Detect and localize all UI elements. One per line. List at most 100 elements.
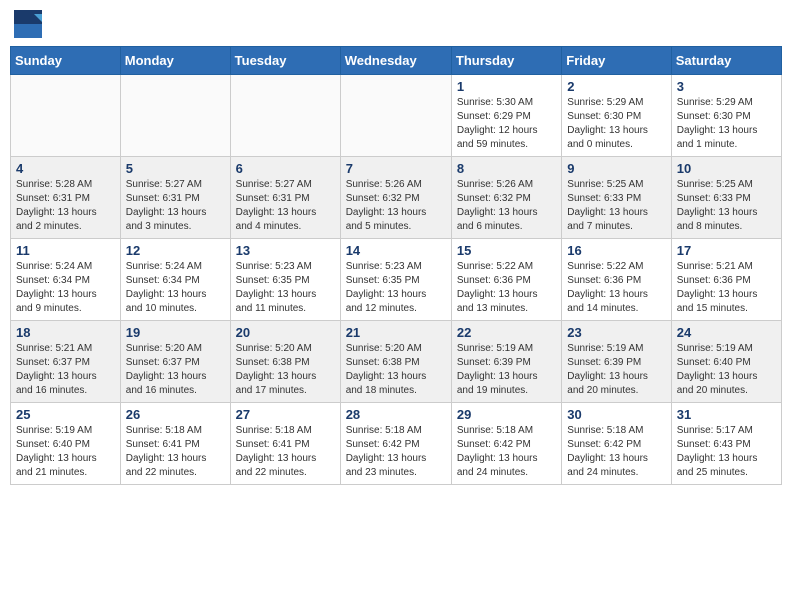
calendar-cell: 4 Sunrise: 5:28 AM Sunset: 6:31 PM Daylig… [11, 157, 121, 239]
day-number: 7 [346, 161, 446, 176]
day-number: 8 [457, 161, 556, 176]
day-info: Sunrise: 5:24 AM Sunset: 6:34 PM Dayligh… [16, 260, 115, 316]
day-number: 9 [567, 161, 665, 176]
calendar-cell: 6 Sunrise: 5:27 AM Sunset: 6:31 PM Daylig… [230, 157, 340, 239]
day-number: 30 [567, 407, 665, 422]
day-number: 12 [126, 243, 225, 258]
day-info: Sunrise: 5:29 AM Sunset: 6:30 PM Dayligh… [677, 96, 776, 152]
day-number: 31 [677, 407, 776, 422]
calendar-cell: 9 Sunrise: 5:25 AM Sunset: 6:33 PM Daylig… [562, 157, 671, 239]
day-info: Sunrise: 5:28 AM Sunset: 6:31 PM Dayligh… [16, 178, 115, 234]
day-info: Sunrise: 5:21 AM Sunset: 6:37 PM Dayligh… [16, 342, 115, 398]
day-info: Sunrise: 5:19 AM Sunset: 6:39 PM Dayligh… [567, 342, 665, 398]
calendar-cell: 5 Sunrise: 5:27 AM Sunset: 6:31 PM Daylig… [120, 157, 230, 239]
calendar-cell: 31 Sunrise: 5:17 AM Sunset: 6:43 PM Dayli… [671, 403, 781, 485]
day-number: 10 [677, 161, 776, 176]
weekday-header-thursday: Thursday [451, 47, 561, 75]
calendar-cell: 13Sunrise: 5:23 AM Sunset: 6:35 PM Dayli… [230, 239, 340, 321]
day-info: Sunrise: 5:23 AM Sunset: 6:35 PM Dayligh… [236, 260, 335, 316]
day-info: Sunrise: 5:30 AM Sunset: 6:29 PM Dayligh… [457, 96, 556, 152]
day-number: 1 [457, 79, 556, 94]
calendar-cell: 21 Sunrise: 5:20 AM Sunset: 6:38 PM Dayli… [340, 321, 451, 403]
calendar-cell: 29 Sunrise: 5:18 AM Sunset: 6:42 PM Dayli… [451, 403, 561, 485]
day-number: 15 [457, 243, 556, 258]
day-number: 6 [236, 161, 335, 176]
day-number: 21 [346, 325, 446, 340]
day-number: 28 [346, 407, 446, 422]
day-number: 20 [236, 325, 335, 340]
weekday-header-friday: Friday [562, 47, 671, 75]
day-info: Sunrise: 5:27 AM Sunset: 6:31 PM Dayligh… [126, 178, 225, 234]
day-number: 22 [457, 325, 556, 340]
calendar-cell: 28Sunrise: 5:18 AM Sunset: 6:42 PM Dayli… [340, 403, 451, 485]
calendar-cell: 10 Sunrise: 5:25 AM Sunset: 6:33 PM Dayli… [671, 157, 781, 239]
calendar-table: SundayMondayTuesdayWednesdayThursdayFrid… [10, 46, 782, 485]
day-info: Sunrise: 5:27 AM Sunset: 6:31 PM Dayligh… [236, 178, 335, 234]
day-info: Sunrise: 5:20 AM Sunset: 6:38 PM Dayligh… [346, 342, 446, 398]
calendar-cell: 26 Sunrise: 5:18 AM Sunset: 6:41 PM Dayli… [120, 403, 230, 485]
weekday-header-wednesday: Wednesday [340, 47, 451, 75]
calendar-week-row: 18Sunrise: 5:21 AM Sunset: 6:37 PM Dayli… [11, 321, 782, 403]
calendar-cell: 7 Sunrise: 5:26 AM Sunset: 6:32 PM Daylig… [340, 157, 451, 239]
calendar-week-row: 11 Sunrise: 5:24 AM Sunset: 6:34 PM Dayli… [11, 239, 782, 321]
day-number: 16 [567, 243, 665, 258]
calendar-cell [120, 75, 230, 157]
calendar-cell: 25Sunrise: 5:19 AM Sunset: 6:40 PM Dayli… [11, 403, 121, 485]
calendar-cell [230, 75, 340, 157]
calendar-week-row: 4 Sunrise: 5:28 AM Sunset: 6:31 PM Daylig… [11, 157, 782, 239]
day-info: Sunrise: 5:24 AM Sunset: 6:34 PM Dayligh… [126, 260, 225, 316]
day-number: 14 [346, 243, 446, 258]
calendar-cell: 3 Sunrise: 5:29 AM Sunset: 6:30 PM Daylig… [671, 75, 781, 157]
weekday-header-tuesday: Tuesday [230, 47, 340, 75]
day-info: Sunrise: 5:20 AM Sunset: 6:37 PM Dayligh… [126, 342, 225, 398]
day-info: Sunrise: 5:18 AM Sunset: 6:41 PM Dayligh… [126, 424, 225, 480]
day-info: Sunrise: 5:25 AM Sunset: 6:33 PM Dayligh… [677, 178, 776, 234]
page-header [10, 10, 782, 38]
day-number: 11 [16, 243, 115, 258]
calendar-cell: 23 Sunrise: 5:19 AM Sunset: 6:39 PM Dayli… [562, 321, 671, 403]
day-number: 25 [16, 407, 115, 422]
day-number: 4 [16, 161, 115, 176]
calendar-cell: 1 Sunrise: 5:30 AM Sunset: 6:29 PM Daylig… [451, 75, 561, 157]
day-info: Sunrise: 5:23 AM Sunset: 6:35 PM Dayligh… [346, 260, 446, 316]
logo [14, 10, 46, 38]
weekday-header-saturday: Saturday [671, 47, 781, 75]
day-number: 5 [126, 161, 225, 176]
calendar-cell: 11 Sunrise: 5:24 AM Sunset: 6:34 PM Dayli… [11, 239, 121, 321]
calendar-cell: 22 Sunrise: 5:19 AM Sunset: 6:39 PM Dayli… [451, 321, 561, 403]
weekday-header-monday: Monday [120, 47, 230, 75]
day-number: 17 [677, 243, 776, 258]
calendar-cell: 16 Sunrise: 5:22 AM Sunset: 6:36 PM Dayli… [562, 239, 671, 321]
day-info: Sunrise: 5:17 AM Sunset: 6:43 PM Dayligh… [677, 424, 776, 480]
calendar-cell: 27Sunrise: 5:18 AM Sunset: 6:41 PM Dayli… [230, 403, 340, 485]
logo-icon [14, 10, 42, 38]
day-info: Sunrise: 5:18 AM Sunset: 6:42 PM Dayligh… [457, 424, 556, 480]
day-info: Sunrise: 5:20 AM Sunset: 6:38 PM Dayligh… [236, 342, 335, 398]
calendar-cell: 17 Sunrise: 5:21 AM Sunset: 6:36 PM Dayli… [671, 239, 781, 321]
calendar-cell: 15Sunrise: 5:22 AM Sunset: 6:36 PM Dayli… [451, 239, 561, 321]
weekday-header-row: SundayMondayTuesdayWednesdayThursdayFrid… [11, 47, 782, 75]
day-info: Sunrise: 5:21 AM Sunset: 6:36 PM Dayligh… [677, 260, 776, 316]
day-info: Sunrise: 5:25 AM Sunset: 6:33 PM Dayligh… [567, 178, 665, 234]
calendar-week-row: 1 Sunrise: 5:30 AM Sunset: 6:29 PM Daylig… [11, 75, 782, 157]
weekday-header-sunday: Sunday [11, 47, 121, 75]
calendar-cell: 20 Sunrise: 5:20 AM Sunset: 6:38 PM Dayli… [230, 321, 340, 403]
day-info: Sunrise: 5:26 AM Sunset: 6:32 PM Dayligh… [346, 178, 446, 234]
calendar-cell: 2Sunrise: 5:29 AM Sunset: 6:30 PM Daylig… [562, 75, 671, 157]
day-info: Sunrise: 5:22 AM Sunset: 6:36 PM Dayligh… [567, 260, 665, 316]
day-number: 27 [236, 407, 335, 422]
day-info: Sunrise: 5:18 AM Sunset: 6:42 PM Dayligh… [567, 424, 665, 480]
day-info: Sunrise: 5:19 AM Sunset: 6:39 PM Dayligh… [457, 342, 556, 398]
day-number: 3 [677, 79, 776, 94]
calendar-cell [340, 75, 451, 157]
day-number: 19 [126, 325, 225, 340]
day-info: Sunrise: 5:29 AM Sunset: 6:30 PM Dayligh… [567, 96, 665, 152]
day-number: 26 [126, 407, 225, 422]
calendar-cell: 18Sunrise: 5:21 AM Sunset: 6:37 PM Dayli… [11, 321, 121, 403]
day-number: 29 [457, 407, 556, 422]
calendar-cell [11, 75, 121, 157]
day-info: Sunrise: 5:19 AM Sunset: 6:40 PM Dayligh… [677, 342, 776, 398]
day-number: 23 [567, 325, 665, 340]
calendar-week-row: 25Sunrise: 5:19 AM Sunset: 6:40 PM Dayli… [11, 403, 782, 485]
day-number: 24 [677, 325, 776, 340]
